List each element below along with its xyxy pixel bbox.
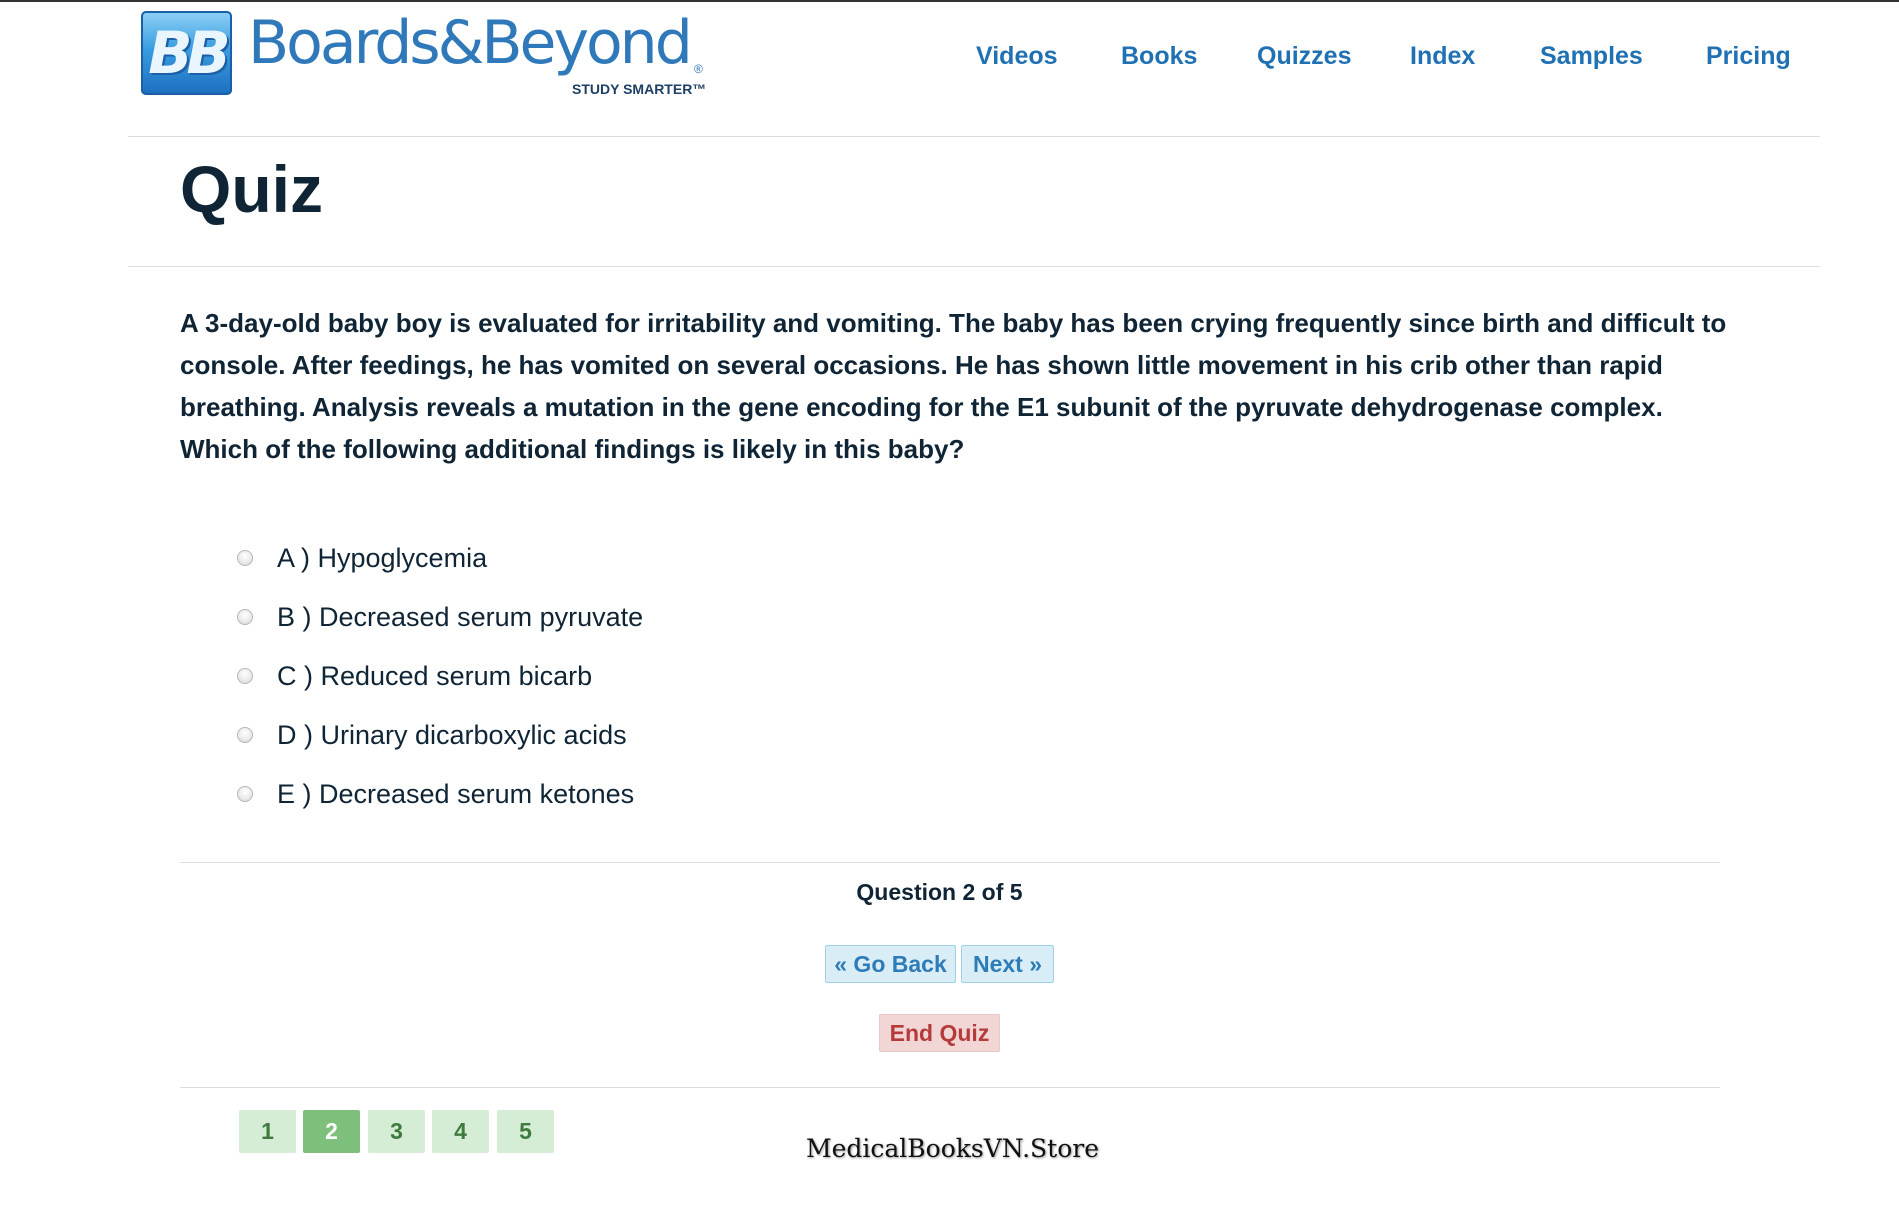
page-4-button[interactable]: 4 [432, 1110, 489, 1153]
choice-label[interactable]: A ) Hypoglycemia [277, 538, 487, 578]
question-counter: Question 2 of 5 [856, 879, 1023, 905]
choice-a[interactable]: A ) Hypoglycemia [237, 538, 1037, 597]
choice-label[interactable]: C ) Reduced serum bicarb [277, 656, 592, 696]
radio-button[interactable] [237, 727, 253, 743]
next-button[interactable]: Next » [961, 945, 1054, 983]
end-quiz-button[interactable]: End Quiz [879, 1014, 1000, 1052]
nav-videos[interactable]: Videos [976, 42, 1058, 71]
go-back-button[interactable]: « Go Back [825, 945, 956, 983]
controls-divider [180, 1087, 1720, 1088]
page-1-button[interactable]: 1 [239, 1110, 296, 1153]
choice-b[interactable]: B ) Decreased serum pyruvate [237, 597, 1037, 656]
header-divider [128, 136, 1820, 137]
choice-label[interactable]: E ) Decreased serum ketones [277, 774, 634, 814]
choice-e[interactable]: E ) Decreased serum ketones [237, 774, 1037, 833]
answer-choices: A ) Hypoglycemia B ) Decreased serum pyr… [237, 538, 1037, 833]
nav-samples[interactable]: Samples [1540, 42, 1643, 71]
choice-c[interactable]: C ) Reduced serum bicarb [237, 656, 1037, 715]
page-2-button[interactable]: 2 [303, 1110, 360, 1153]
brand-tagline: STUDY SMARTER™ [572, 81, 707, 97]
page-3-button[interactable]: 3 [368, 1110, 425, 1153]
question-text: A 3-day-old baby boy is evaluated for ir… [180, 308, 1727, 464]
page-title: Quiz [180, 152, 323, 226]
nav-quizzes[interactable]: Quizzes [1257, 42, 1351, 71]
nav-books[interactable]: Books [1121, 42, 1197, 71]
nav-index[interactable]: Index [1410, 42, 1475, 71]
choice-label[interactable]: B ) Decreased serum pyruvate [277, 597, 643, 637]
nav-pricing[interactable]: Pricing [1706, 42, 1791, 71]
main-nav: Videos Books Quizzes Index Samples Prici… [0, 42, 1899, 72]
page-5-button[interactable]: 5 [497, 1110, 554, 1153]
site-header: BB Boards&Beyond ® STUDY SMARTER™ Videos… [0, 0, 1899, 132]
radio-button[interactable] [237, 609, 253, 625]
radio-button[interactable] [237, 550, 253, 566]
watermark-text: MedicalBooksVN.Store [806, 1134, 1099, 1163]
radio-button[interactable] [237, 786, 253, 802]
choice-label[interactable]: D ) Urinary dicarboxylic acids [277, 715, 627, 755]
choices-divider [180, 862, 1720, 863]
title-divider [128, 266, 1820, 267]
radio-button[interactable] [237, 668, 253, 684]
choice-d[interactable]: D ) Urinary dicarboxylic acids [237, 715, 1037, 774]
